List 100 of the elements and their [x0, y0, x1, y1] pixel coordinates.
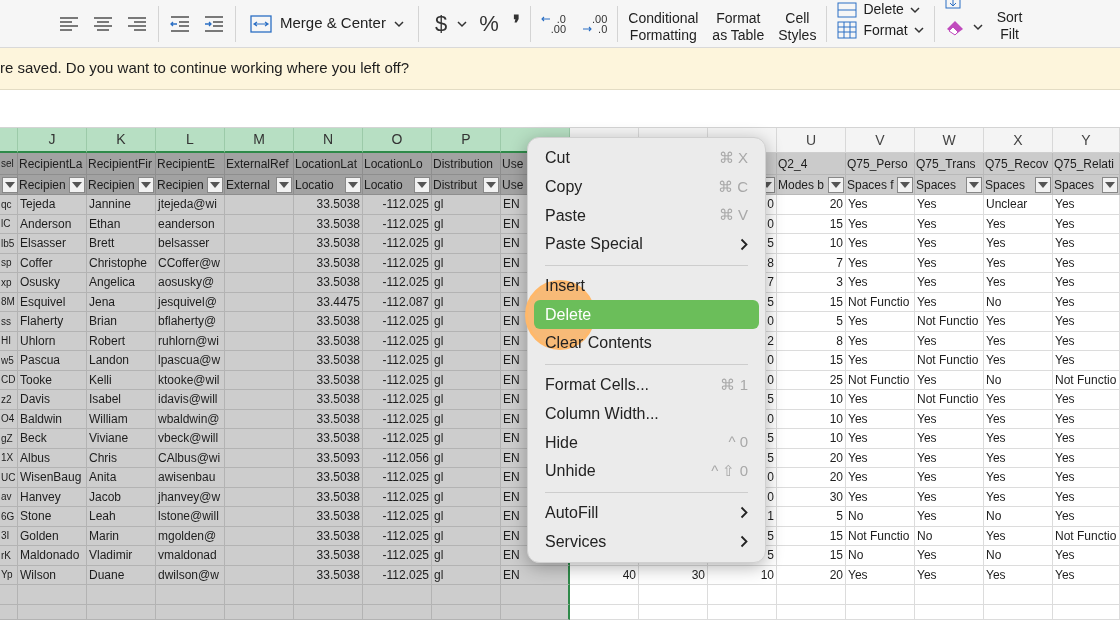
- table-cell: gl: [432, 468, 501, 488]
- table-cell: [225, 448, 294, 468]
- filter-dropdown-icon[interactable]: [897, 176, 913, 193]
- shortcut-text: ⌘ X: [718, 148, 748, 169]
- column-header[interactable]: M: [225, 128, 294, 153]
- filter-dropdown-icon[interactable]: [207, 176, 223, 193]
- table-cell: Yes: [915, 565, 984, 585]
- table-cell: Yes: [915, 448, 984, 468]
- decrease-indent-icon[interactable]: [169, 14, 191, 33]
- table-cell: aosusky@: [156, 273, 225, 293]
- table-cell: [639, 585, 708, 605]
- table-cell: vbeck@will: [156, 429, 225, 449]
- table-cell: -112.025: [363, 214, 432, 234]
- filter-dropdown-icon[interactable]: [138, 176, 154, 193]
- chevron-right-icon[interactable]: [740, 535, 748, 549]
- delete-cells-button[interactable]: Delete: [837, 2, 924, 17]
- table-cell: [915, 585, 984, 605]
- table-cell: Baldwin: [18, 409, 87, 429]
- styles-button[interactable]: Format as Table: [712, 3, 765, 44]
- filter-dropdown-icon[interactable]: [483, 176, 499, 193]
- table-cell: [225, 507, 294, 527]
- table-cell: 1X: [0, 448, 18, 468]
- table-cell: 33.5038: [294, 526, 363, 546]
- table-cell: rK: [0, 546, 18, 566]
- table-cell: Yes: [984, 214, 1053, 234]
- table-cell: Yes: [984, 526, 1053, 546]
- table-cell: 33.5038: [294, 234, 363, 254]
- increase-indent-icon[interactable]: [203, 14, 225, 33]
- align-left-icon[interactable]: [58, 14, 80, 33]
- table-cell: Yes: [984, 312, 1053, 332]
- column-header[interactable]: K: [87, 128, 156, 153]
- percent-button[interactable]: %: [479, 12, 499, 35]
- align-right-icon[interactable]: [126, 14, 148, 33]
- caret-icon[interactable]: [393, 19, 404, 28]
- table-cell: -112.025: [363, 253, 432, 273]
- align-center-icon[interactable]: [92, 14, 114, 33]
- header-text: Modes b: [778, 176, 825, 194]
- table-cell: 33.5038: [294, 370, 363, 390]
- table-cell: Yes: [984, 429, 1053, 449]
- decrease-decimal-button[interactable]: .0 .00: [540, 13, 566, 34]
- filter-dropdown-icon[interactable]: [276, 176, 292, 193]
- merge-center-button[interactable]: Merge & Center: [246, 9, 408, 38]
- comma-style-button[interactable]: ❜: [512, 12, 520, 35]
- column-header[interactable]: N: [294, 128, 363, 153]
- filter-dropdown-icon[interactable]: [345, 176, 361, 193]
- filter-dropdown-icon[interactable]: [414, 176, 430, 193]
- table-cell: 10: [777, 409, 846, 429]
- table-cell: Yp: [0, 565, 18, 585]
- column-header[interactable]: P: [432, 128, 501, 153]
- table-cell: Yes: [846, 487, 915, 507]
- table-cell: Yes: [984, 565, 1053, 585]
- table-cell: -112.025: [363, 409, 432, 429]
- column-header[interactable]: J: [18, 128, 87, 153]
- table-grid-icon[interactable]: [837, 21, 858, 39]
- table-cell: Yes: [1053, 273, 1120, 293]
- header-cell: Q75_Relati: [1053, 153, 1120, 175]
- merge-cells-icon[interactable]: [250, 14, 272, 33]
- table-cell: HI: [0, 331, 18, 351]
- header-text: Locatio: [295, 176, 334, 194]
- caret-icon[interactable]: [457, 19, 468, 28]
- column-header[interactable]: V: [846, 128, 915, 153]
- column-header[interactable]: W: [915, 128, 984, 153]
- column-header[interactable]: [0, 128, 18, 153]
- table-cell: Isabel: [87, 390, 156, 410]
- increase-decimal-button[interactable]: .00 .0: [582, 13, 608, 34]
- table-cell: Angelica: [87, 273, 156, 293]
- header-cell: LocationLo: [363, 153, 432, 175]
- table-cell: O4: [0, 409, 18, 429]
- table-cell: gl: [432, 253, 501, 273]
- filter-dropdown-icon[interactable]: [1035, 176, 1051, 193]
- caret-icon[interactable]: [972, 22, 983, 31]
- table-cell: No: [984, 292, 1053, 312]
- caret-icon[interactable]: [909, 5, 920, 14]
- filter-dropdown-icon[interactable]: [966, 176, 982, 193]
- styles-button[interactable]: Cell Styles: [778, 3, 817, 44]
- table-cell: [225, 312, 294, 332]
- table-cell: Yes: [984, 351, 1053, 371]
- table-cell: 15: [777, 546, 846, 566]
- table-cell: vmaldonad: [156, 546, 225, 566]
- chevron-right-icon[interactable]: [740, 237, 748, 251]
- delete-cells-icon[interactable]: [837, 1, 858, 18]
- column-header[interactable]: L: [156, 128, 225, 153]
- chevron-right-icon[interactable]: [740, 506, 748, 520]
- styles-button[interactable]: Conditional Formatting: [628, 3, 699, 44]
- column-header[interactable]: X: [984, 128, 1053, 153]
- table-cell: Not Functio: [915, 351, 984, 371]
- table-cell: 33.5038: [294, 195, 363, 215]
- filter-dropdown-icon[interactable]: [1102, 176, 1118, 193]
- filter-dropdown-icon[interactable]: [69, 176, 85, 193]
- column-header[interactable]: U: [777, 128, 846, 153]
- column-header[interactable]: Y: [1053, 128, 1120, 153]
- format-cells-button[interactable]: Format: [837, 19, 924, 41]
- sort-filter-button[interactable]: Sort Filt: [996, 4, 1023, 43]
- caret-icon[interactable]: [913, 26, 924, 34]
- table-cell: [18, 585, 87, 605]
- filter-dropdown-icon[interactable]: [828, 176, 844, 193]
- table-cell: Yes: [846, 448, 915, 468]
- currency-button[interactable]: $: [434, 12, 448, 35]
- column-header[interactable]: O: [363, 128, 432, 153]
- table-cell: Not Functio: [846, 292, 915, 312]
